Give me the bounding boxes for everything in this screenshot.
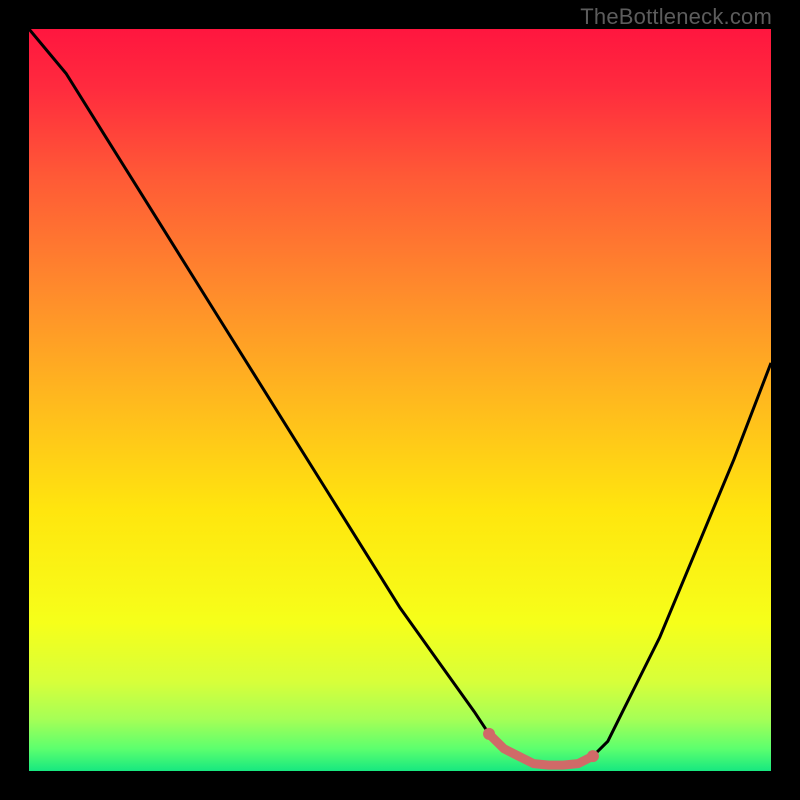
optimal-marker-right — [587, 750, 599, 762]
bottleneck-curve — [29, 29, 771, 765]
chart-frame: TheBottleneck.com — [0, 0, 800, 800]
watermark-text: TheBottleneck.com — [580, 4, 772, 30]
curve-layer — [29, 29, 771, 771]
plot-area — [29, 29, 771, 771]
optimal-marker-left — [483, 728, 495, 740]
optimal-band — [489, 734, 593, 765]
